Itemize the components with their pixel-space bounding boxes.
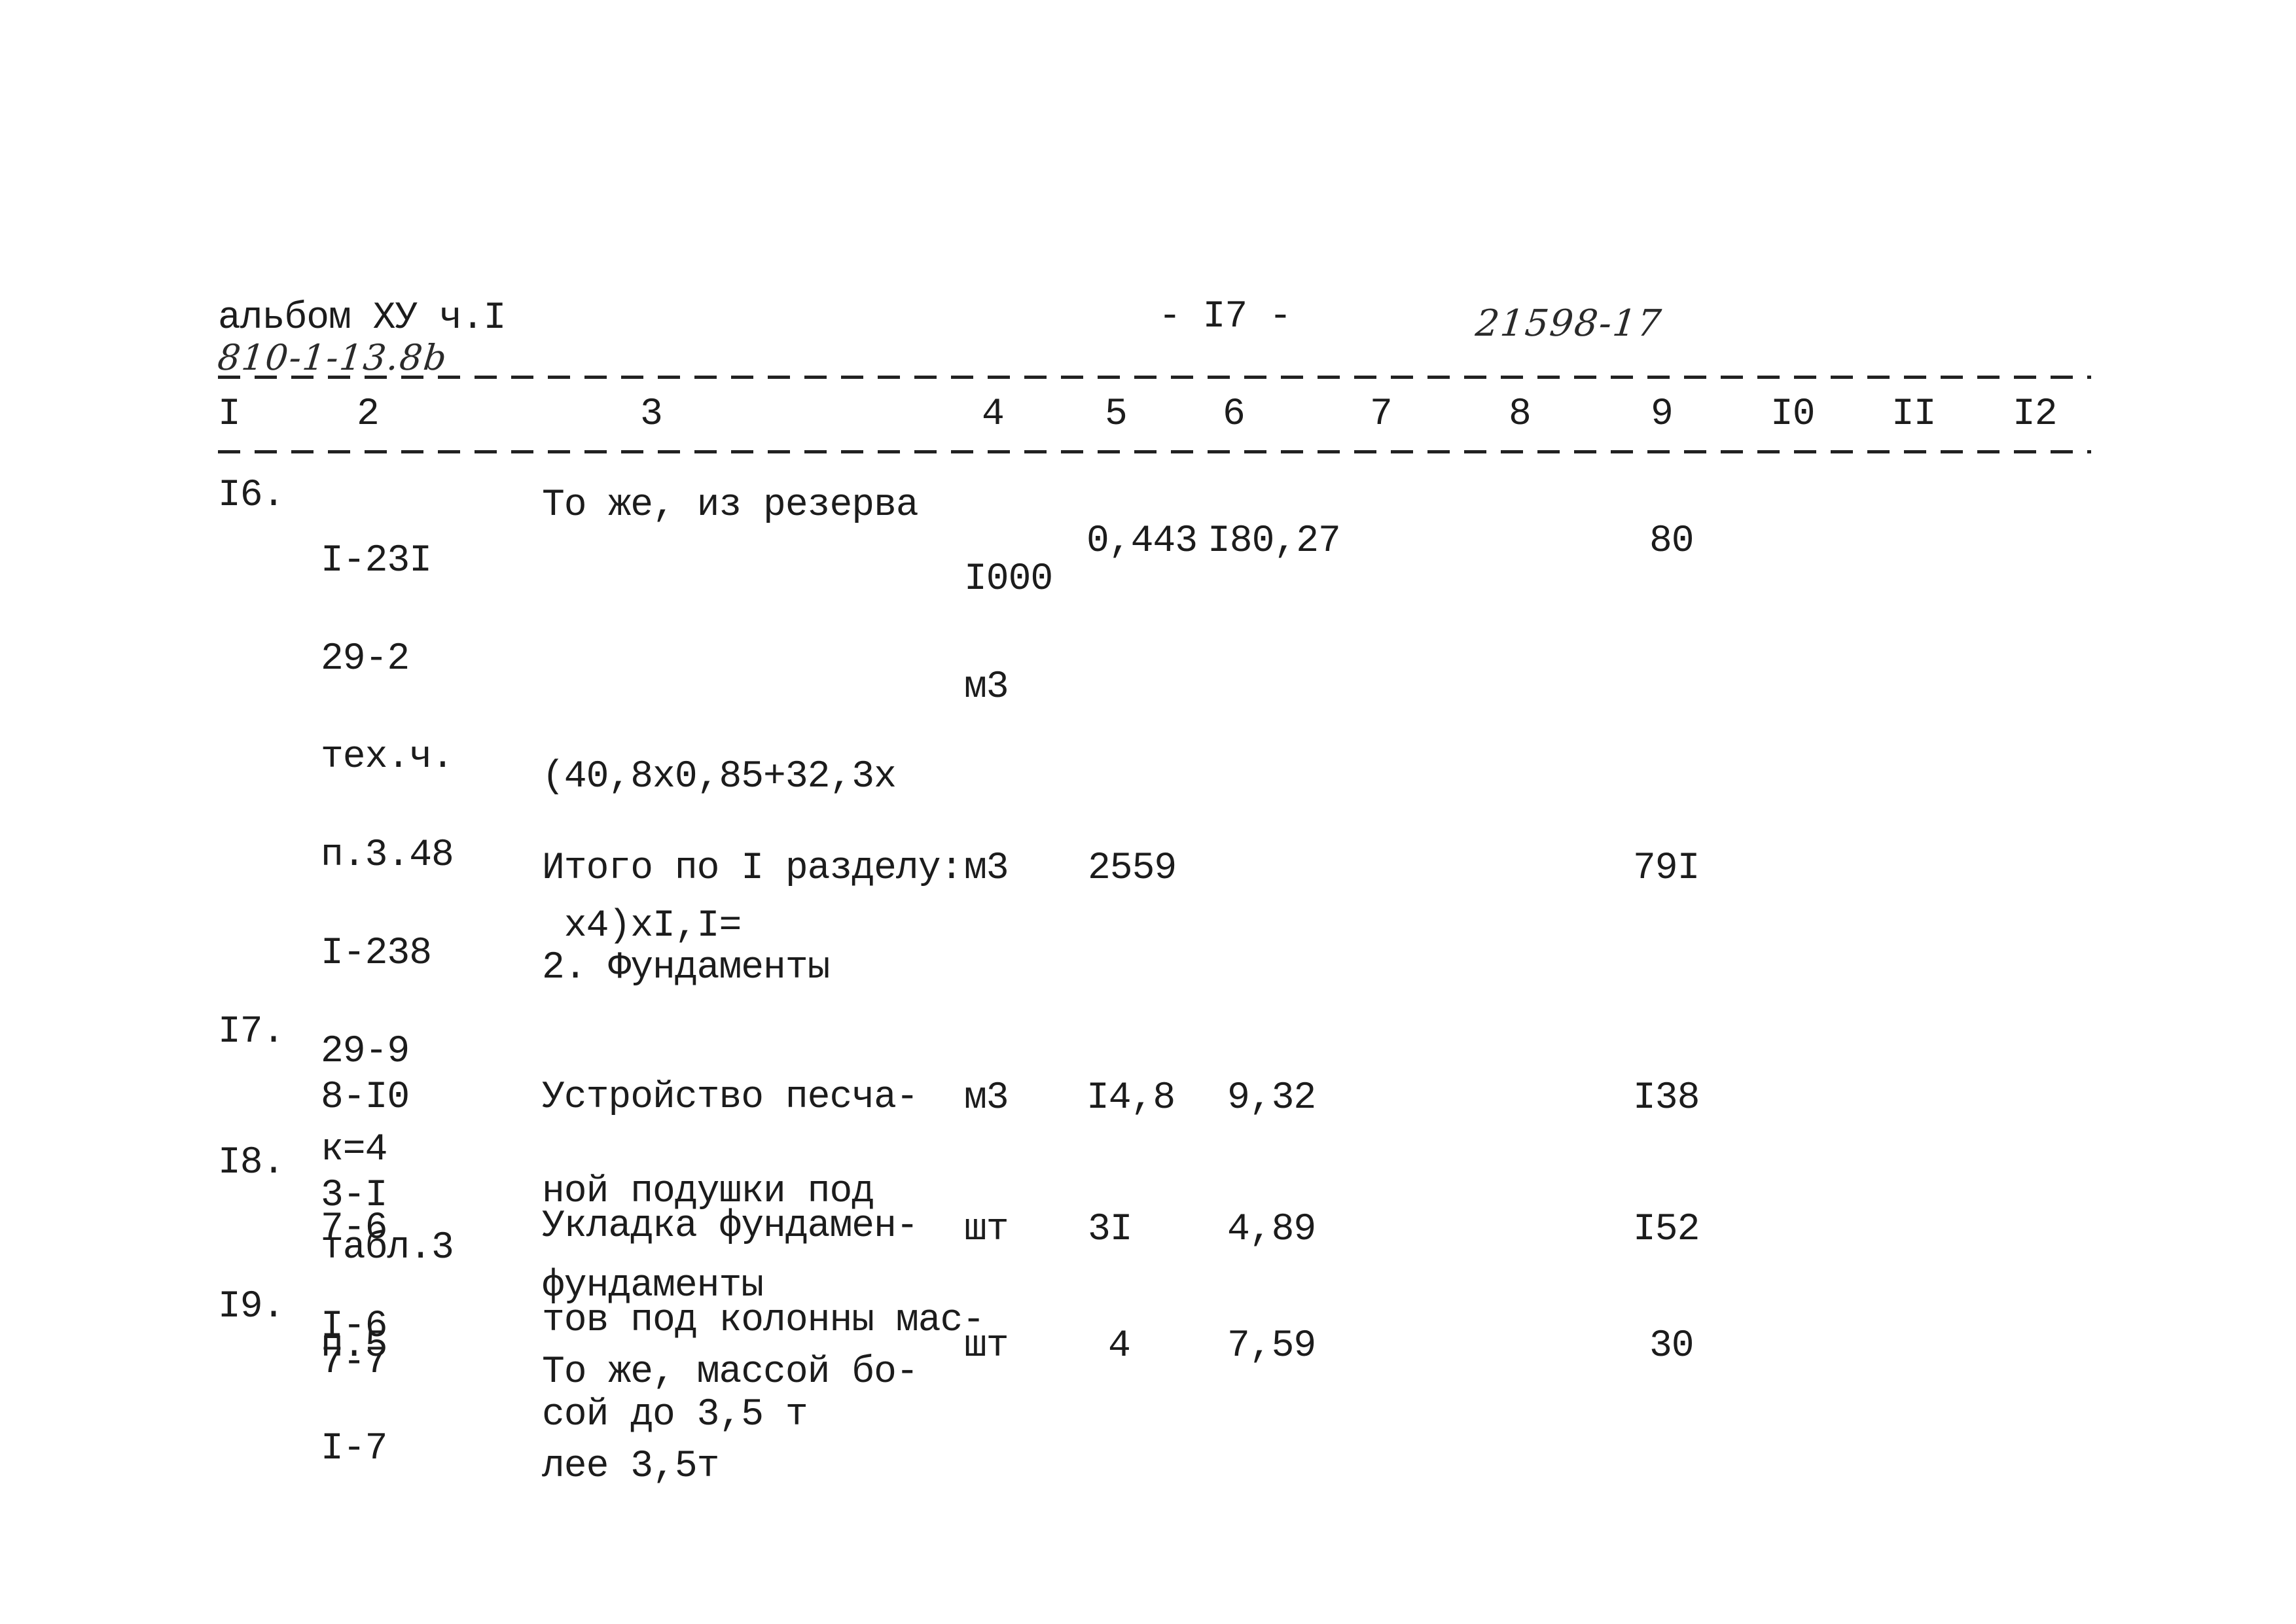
row-col6: 7,59 bbox=[1227, 1325, 1316, 1368]
column-header: I2 bbox=[2013, 393, 2058, 436]
code-line: 29-2 bbox=[321, 638, 410, 680]
code-line: I-23I bbox=[321, 540, 432, 582]
column-header: II bbox=[1892, 393, 1937, 436]
unit-line: I000 bbox=[964, 558, 1053, 601]
description-line: То же, массой бо- bbox=[542, 1351, 919, 1394]
row-description: То же, массой бо- лее 3,5т bbox=[542, 1294, 919, 1545]
row-number: I6. bbox=[218, 474, 285, 517]
code-line: тех.ч. bbox=[321, 736, 454, 779]
row-col6: I80,27 bbox=[1208, 520, 1341, 563]
description-line: лее 3,5т bbox=[542, 1445, 719, 1488]
row-number: I9. bbox=[218, 1286, 285, 1328]
row-unit: шт bbox=[964, 1325, 1009, 1368]
code-line: 7-7 bbox=[321, 1341, 387, 1384]
column-header: 6 bbox=[1223, 393, 1246, 436]
formula-line: (40,8х0,85+32,3х bbox=[542, 756, 897, 798]
row-unit: шт bbox=[964, 1209, 1009, 1251]
column-header: 4 bbox=[982, 393, 1005, 436]
section-title: 2. Фундаменты bbox=[542, 947, 830, 989]
code-line: п.3.48 bbox=[321, 834, 454, 877]
row-number: I7. bbox=[218, 1011, 285, 1053]
code-line: I-7 bbox=[321, 1428, 387, 1470]
code-line: 8-I0 bbox=[321, 1076, 410, 1119]
total-unit: м3 bbox=[964, 847, 1009, 890]
column-header: I0 bbox=[1770, 393, 1816, 436]
row-col5: 0,443 bbox=[1086, 520, 1198, 563]
row-col5: 3I bbox=[1088, 1209, 1133, 1251]
code-line: I-238 bbox=[321, 932, 432, 975]
total-col9: 79I bbox=[1633, 847, 1700, 890]
row-col5: 4 bbox=[1108, 1325, 1131, 1368]
document-page: альбом ХУ ч.I 810-1-13.8b - I7 - 21598-1… bbox=[0, 0, 2296, 1624]
row-col6: 9,32 bbox=[1227, 1077, 1316, 1120]
handwritten-number: 21598-17 bbox=[1473, 302, 1664, 345]
description-line: Устройство песча- bbox=[542, 1076, 919, 1119]
column-header: 8 bbox=[1509, 393, 1532, 436]
row-unit: I000 м3 bbox=[964, 489, 1097, 777]
column-header: 2 bbox=[357, 393, 380, 436]
column-header: 9 bbox=[1651, 393, 1674, 436]
total-label: Итого по I разделу: bbox=[542, 847, 963, 890]
handwritten-code: 810-1-13.8b bbox=[215, 337, 450, 378]
page-number: - I7 - bbox=[1158, 296, 1292, 338]
row-col9: I38 bbox=[1633, 1077, 1700, 1120]
column-header: 7 bbox=[1370, 393, 1393, 436]
column-header: 3 bbox=[640, 393, 663, 436]
row-description: То же, из резерва bbox=[542, 484, 919, 527]
column-header: I bbox=[218, 393, 241, 436]
row-col5: I4,8 bbox=[1086, 1077, 1175, 1120]
row-codes: 7-7 I-7 bbox=[321, 1291, 454, 1521]
row-col6: 4,89 bbox=[1227, 1209, 1316, 1251]
unit-line: м3 bbox=[964, 666, 1009, 709]
album-label: альбом ХУ ч.I bbox=[218, 297, 506, 340]
row-col9: 80 bbox=[1649, 520, 1695, 563]
header-top-rule bbox=[218, 376, 2091, 379]
formula-line: х4)хI,I= bbox=[542, 905, 742, 947]
row-unit: м3 bbox=[964, 1077, 1009, 1120]
header-bottom-rule bbox=[218, 450, 2091, 453]
row-col9: 30 bbox=[1649, 1325, 1695, 1368]
column-header: 5 bbox=[1105, 393, 1128, 436]
row-col9: I52 bbox=[1633, 1209, 1700, 1251]
description-line: Укладка фундамен- bbox=[542, 1205, 919, 1248]
total-col5: 2559 bbox=[1088, 847, 1177, 890]
code-line: 7-6 bbox=[321, 1207, 387, 1250]
row-number: I8. bbox=[218, 1142, 285, 1184]
